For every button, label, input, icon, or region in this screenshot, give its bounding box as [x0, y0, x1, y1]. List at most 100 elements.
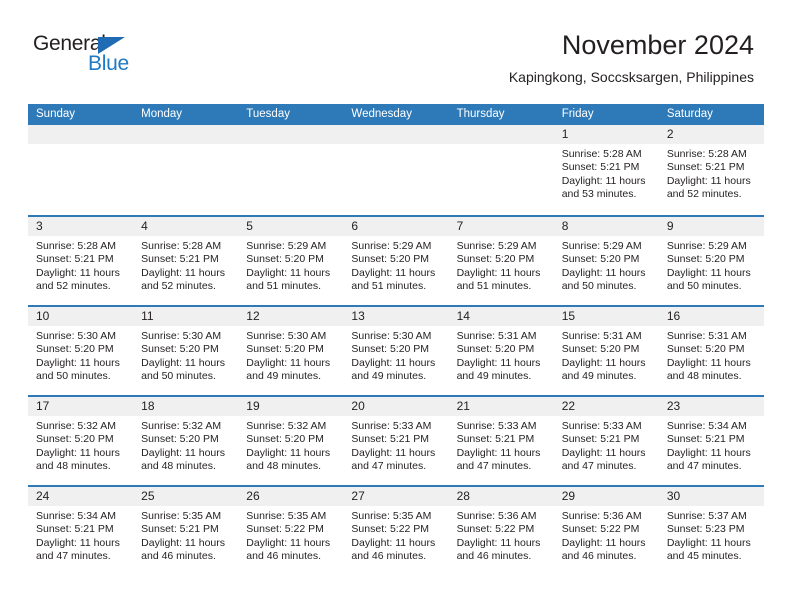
sunset-text: Sunset: 5:21 PM — [36, 523, 114, 536]
calendar-week-row: 1 Sunrise: 5:28 AM Sunset: 5:21 PM Daylight… — [28, 125, 764, 215]
sunset-text: Sunset: 5:20 PM — [141, 433, 219, 446]
sunset-text: Sunset: 5:20 PM — [246, 253, 324, 266]
day-details: Sunrise: 5:35 AM Sunset: 5:22 PM Daylight:… — [238, 506, 343, 563]
day-number: 21 — [448, 397, 554, 416]
day-cell[interactable]: 19 Sunrise: 5:32 AM Sunset: 5:20 PM Dayligh… — [238, 397, 344, 485]
day-number: 2 — [658, 125, 764, 144]
day-cell-empty — [238, 125, 344, 215]
sunrise-text: Sunrise: 5:29 AM — [246, 240, 327, 252]
day-cell[interactable]: 25 Sunrise: 5:35 AM Sunset: 5:21 PM Dayligh… — [133, 487, 239, 575]
calendar-grid: Sunday Monday Tuesday Wednesday Thursday… — [28, 104, 764, 575]
day-cell[interactable]: 3 Sunrise: 5:28 AM Sunset: 5:21 PM Daylight… — [28, 217, 134, 305]
generalblue-logo[interactable]: General Blue — [33, 32, 213, 80]
day-number: 19 — [238, 397, 344, 416]
day-number — [343, 125, 449, 144]
sunrise-text: Sunrise: 5:29 AM — [456, 240, 537, 252]
day-cell[interactable]: 6 Sunrise: 5:29 AM Sunset: 5:20 PM Daylight… — [343, 217, 449, 305]
day-cell[interactable]: 28 Sunrise: 5:36 AM Sunset: 5:22 PM Dayligh… — [448, 487, 554, 575]
sunset-text: Sunset: 5:20 PM — [666, 343, 745, 356]
day-details: Sunrise: 5:29 AM Sunset: 5:20 PM Daylight:… — [659, 236, 764, 293]
daylight-text: Daylight: 11 hours and 50 minutes. — [561, 266, 646, 292]
day-cell[interactable]: 9 Sunrise: 5:29 AM Sunset: 5:20 PM Daylight… — [658, 217, 764, 305]
day-details: Sunrise: 5:31 AM Sunset: 5:20 PM Daylight:… — [554, 326, 659, 383]
day-cell[interactable]: 15 Sunrise: 5:31 AM Sunset: 5:20 PM Dayligh… — [553, 307, 659, 395]
day-number: 10 — [28, 307, 134, 326]
daylight-text: Daylight: 11 hours and 46 minutes. — [561, 536, 646, 562]
day-number: 4 — [133, 217, 239, 236]
day-cell[interactable]: 24 Sunrise: 5:34 AM Sunset: 5:21 PM Dayligh… — [28, 487, 134, 575]
day-cell[interactable]: 27 Sunrise: 5:35 AM Sunset: 5:22 PM Dayligh… — [343, 487, 449, 575]
day-number: 15 — [553, 307, 659, 326]
weekday-header-thursday: Thursday — [456, 108, 505, 120]
day-cell[interactable]: 18 Sunrise: 5:32 AM Sunset: 5:20 PM Dayligh… — [133, 397, 239, 485]
day-details: Sunrise: 5:32 AM Sunset: 5:20 PM Daylight:… — [133, 416, 238, 473]
day-cell[interactable]: 12 Sunrise: 5:30 AM Sunset: 5:20 PM Dayligh… — [238, 307, 344, 395]
day-cell[interactable]: 8 Sunrise: 5:29 AM Sunset: 5:20 PM Daylight… — [553, 217, 659, 305]
sunset-text: Sunset: 5:20 PM — [561, 253, 640, 266]
day-details: Sunrise: 5:29 AM Sunset: 5:20 PM Daylight:… — [554, 236, 659, 293]
day-cell[interactable]: 29 Sunrise: 5:36 AM Sunset: 5:22 PM Dayligh… — [553, 487, 659, 575]
daylight-text: Daylight: 11 hours and 47 minutes. — [561, 446, 646, 472]
day-number: 5 — [238, 217, 344, 236]
day-cell[interactable]: 7 Sunrise: 5:29 AM Sunset: 5:20 PM Daylight… — [448, 217, 554, 305]
day-cell[interactable]: 5 Sunrise: 5:29 AM Sunset: 5:20 PM Daylight… — [238, 217, 344, 305]
day-details: Sunrise: 5:33 AM Sunset: 5:21 PM Daylight:… — [343, 416, 448, 473]
day-cell-empty — [448, 125, 554, 215]
day-cell[interactable]: 26 Sunrise: 5:35 AM Sunset: 5:22 PM Dayligh… — [238, 487, 344, 575]
day-cell[interactable]: 21 Sunrise: 5:33 AM Sunset: 5:21 PM Dayligh… — [448, 397, 554, 485]
sunrise-text: Sunrise: 5:30 AM — [246, 330, 327, 342]
sunset-text: Sunset: 5:22 PM — [351, 523, 430, 536]
day-cell[interactable]: 2 Sunrise: 5:28 AM Sunset: 5:21 PM Daylight… — [658, 125, 764, 215]
sunset-text: Sunset: 5:21 PM — [351, 433, 430, 446]
day-details: Sunrise: 5:32 AM Sunset: 5:20 PM Daylight:… — [238, 416, 343, 473]
day-cell[interactable]: 30 Sunrise: 5:37 AM Sunset: 5:23 PM Dayligh… — [658, 487, 764, 575]
day-number: 22 — [553, 397, 659, 416]
day-cell[interactable]: 13 Sunrise: 5:30 AM Sunset: 5:20 PM Dayligh… — [343, 307, 449, 395]
day-details: Sunrise: 5:37 AM Sunset: 5:23 PM Daylight:… — [659, 506, 764, 563]
day-number: 17 — [28, 397, 134, 416]
sunset-text: Sunset: 5:21 PM — [666, 161, 745, 174]
day-number: 7 — [448, 217, 554, 236]
page-header: General Blue November 2024 Kapingkong, S… — [0, 0, 792, 85]
day-cell[interactable]: 23 Sunrise: 5:34 AM Sunset: 5:21 PM Dayligh… — [658, 397, 764, 485]
day-cell[interactable]: 1 Sunrise: 5:28 AM Sunset: 5:21 PM Daylight… — [553, 125, 659, 215]
day-details: Sunrise: 5:30 AM Sunset: 5:20 PM Daylight:… — [28, 326, 133, 383]
sunrise-text: Sunrise: 5:36 AM — [561, 510, 642, 522]
daylight-text: Daylight: 11 hours and 49 minutes. — [246, 356, 331, 382]
day-details: Sunrise: 5:32 AM Sunset: 5:20 PM Daylight:… — [28, 416, 133, 473]
day-details: Sunrise: 5:33 AM Sunset: 5:21 PM Daylight:… — [449, 416, 554, 473]
sunrise-text: Sunrise: 5:28 AM — [36, 240, 116, 252]
day-cell[interactable]: 16 Sunrise: 5:31 AM Sunset: 5:20 PM Dayligh… — [658, 307, 764, 395]
weekday-header-row: Sunday Monday Tuesday Wednesday Thursday… — [28, 104, 764, 125]
sunset-text: Sunset: 5:21 PM — [666, 433, 745, 446]
day-cell[interactable]: 20 Sunrise: 5:33 AM Sunset: 5:21 PM Dayligh… — [343, 397, 449, 485]
day-number — [133, 125, 239, 144]
sunset-text: Sunset: 5:20 PM — [351, 253, 430, 266]
daylight-text: Daylight: 11 hours and 48 minutes. — [246, 446, 331, 472]
sunset-text: Sunset: 5:20 PM — [666, 253, 745, 266]
sunrise-text: Sunrise: 5:37 AM — [666, 510, 747, 522]
day-cell-empty — [28, 125, 134, 215]
day-cell[interactable]: 17 Sunrise: 5:32 AM Sunset: 5:20 PM Dayligh… — [28, 397, 134, 485]
day-cell[interactable]: 10 Sunrise: 5:30 AM Sunset: 5:20 PM Dayligh… — [28, 307, 134, 395]
calendar-weeks: 1 Sunrise: 5:28 AM Sunset: 5:21 PM Daylight… — [28, 125, 764, 575]
daylight-text: Daylight: 11 hours and 45 minutes. — [666, 536, 751, 562]
sunset-text: Sunset: 5:21 PM — [456, 433, 535, 446]
day-number: 20 — [343, 397, 449, 416]
sunset-text: Sunset: 5:21 PM — [36, 253, 114, 266]
sunrise-text: Sunrise: 5:33 AM — [456, 420, 537, 432]
day-cell[interactable]: 4 Sunrise: 5:28 AM Sunset: 5:21 PM Daylight… — [133, 217, 239, 305]
sunrise-text: Sunrise: 5:32 AM — [246, 420, 327, 432]
sunrise-text: Sunrise: 5:28 AM — [561, 148, 642, 160]
day-details: Sunrise: 5:28 AM Sunset: 5:21 PM Daylight:… — [554, 144, 659, 201]
day-cell[interactable]: 22 Sunrise: 5:33 AM Sunset: 5:21 PM Dayligh… — [553, 397, 659, 485]
sunrise-text: Sunrise: 5:31 AM — [456, 330, 537, 342]
sunrise-text: Sunrise: 5:33 AM — [351, 420, 432, 432]
weekday-header-wednesday: Wednesday — [351, 108, 412, 120]
day-details: Sunrise: 5:31 AM Sunset: 5:20 PM Daylight:… — [449, 326, 554, 383]
day-cell[interactable]: 14 Sunrise: 5:31 AM Sunset: 5:20 PM Dayligh… — [448, 307, 554, 395]
sunset-text: Sunset: 5:20 PM — [36, 343, 114, 356]
day-cell[interactable]: 11 Sunrise: 5:30 AM Sunset: 5:20 PM Dayligh… — [133, 307, 239, 395]
day-number — [448, 125, 554, 144]
day-details: Sunrise: 5:29 AM Sunset: 5:20 PM Daylight:… — [343, 236, 448, 293]
